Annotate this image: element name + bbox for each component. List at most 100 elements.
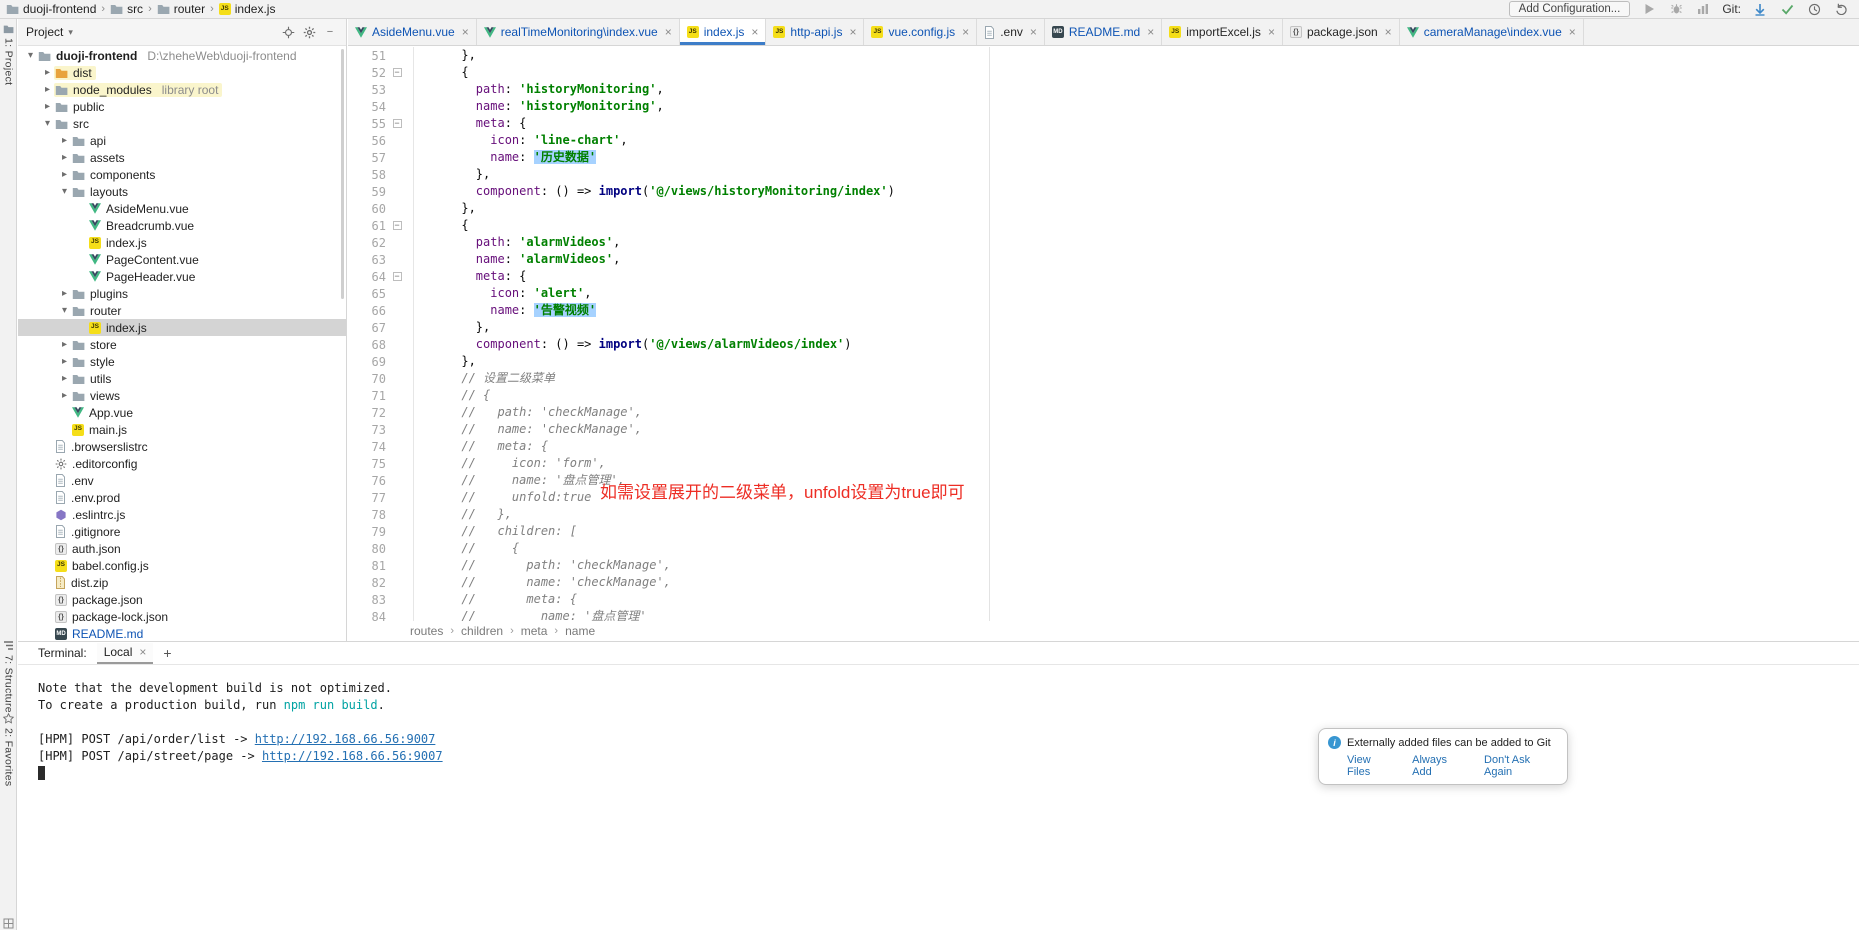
tab-vue-config-js[interactable]: JSvue.config.js× xyxy=(864,19,977,45)
terminal-link[interactable]: http://192.168.66.56:9007 xyxy=(255,732,436,746)
tree-item[interactable]: Breadcrumb.vue xyxy=(18,217,346,234)
close-tab-icon[interactable]: × xyxy=(1569,25,1576,39)
fold-icon[interactable]: − xyxy=(386,221,408,230)
toolwindow-button-structure[interactable]: 7: Structure xyxy=(0,640,17,713)
tree-item[interactable]: ▸components xyxy=(18,166,346,183)
fold-icon[interactable]: − xyxy=(386,68,408,77)
gutter-line[interactable]: 76 xyxy=(348,472,413,489)
terminal-tab-local[interactable]: Local × xyxy=(97,643,154,664)
tree-item[interactable]: JSmain.js xyxy=(18,421,346,438)
settings-gear-icon[interactable] xyxy=(301,24,317,40)
gutter-line[interactable]: 80 xyxy=(348,540,413,557)
chevron-right-icon[interactable]: ▸ xyxy=(58,288,71,299)
vcs-rollback-icon[interactable] xyxy=(1833,1,1849,17)
gutter-line[interactable]: 83 xyxy=(348,591,413,608)
tree-item[interactable]: ▸style xyxy=(18,353,346,370)
notification-action[interactable]: Always Add xyxy=(1412,754,1467,778)
close-tab-icon[interactable]: × xyxy=(1030,25,1037,39)
gutter-line[interactable]: 84 xyxy=(348,608,413,621)
add-configuration-button[interactable]: Add Configuration... xyxy=(1509,1,1631,17)
gutter-line[interactable]: 71 xyxy=(348,387,413,404)
chevron-right-icon[interactable]: ▸ xyxy=(58,373,71,384)
gutter-line[interactable]: 57 xyxy=(348,149,413,166)
tree-item[interactable]: {}package-lock.json xyxy=(18,608,346,625)
new-terminal-session-icon[interactable]: + xyxy=(163,646,171,660)
chevron-down-icon[interactable]: ▾ xyxy=(58,186,71,197)
code-area[interactable]: }, { path: 'historyMonitoring', name: 'h… xyxy=(414,47,1859,621)
tree-item[interactable]: ▸views xyxy=(18,387,346,404)
gutter-line[interactable]: 82 xyxy=(348,574,413,591)
gutter-line[interactable]: 66 xyxy=(348,302,413,319)
tree-item[interactable]: JSbabel.config.js xyxy=(18,557,346,574)
tree-item[interactable]: AsideMenu.vue xyxy=(18,200,346,217)
tab-readme-md[interactable]: MDREADME.md× xyxy=(1045,19,1162,45)
gutter-line[interactable]: 63 xyxy=(348,251,413,268)
gutter-line[interactable]: 51 xyxy=(348,47,413,64)
tree-item[interactable]: {}auth.json xyxy=(18,540,346,557)
gutter-line[interactable]: 70 xyxy=(348,370,413,387)
toolwindow-switcher-icon[interactable] xyxy=(3,918,14,929)
chevron-down-icon[interactable]: ▾ xyxy=(24,50,37,61)
close-tab-icon[interactable]: × xyxy=(139,645,146,659)
notification-action[interactable]: View Files xyxy=(1347,754,1395,778)
code-breadcrumb-item[interactable]: routes xyxy=(410,624,443,638)
tree-item[interactable]: ▸public xyxy=(18,98,346,115)
breadcrumb-item[interactable]: src xyxy=(110,2,143,16)
tree-item[interactable]: ▾layouts xyxy=(18,183,346,200)
tree-item[interactable]: ▾src xyxy=(18,115,346,132)
gutter-line[interactable]: 53 xyxy=(348,81,413,98)
gutter-line[interactable]: 58 xyxy=(348,166,413,183)
gutter-line[interactable]: 75 xyxy=(348,455,413,472)
code-breadcrumb-item[interactable]: meta xyxy=(521,624,548,638)
toolwindow-button-favorites[interactable]: 2: Favorites xyxy=(0,713,17,786)
debug-icon[interactable] xyxy=(1668,1,1684,17)
gutter-line[interactable]: 52− xyxy=(348,64,413,81)
gutter-line[interactable]: 59 xyxy=(348,183,413,200)
gutter-line[interactable]: 65 xyxy=(348,285,413,302)
tree-item[interactable]: .gitignore xyxy=(18,523,346,540)
tree-item[interactable]: ▸utils xyxy=(18,370,346,387)
chevron-down-icon[interactable]: ▾ xyxy=(58,305,71,316)
breadcrumb-item[interactable]: duoji-frontend xyxy=(6,2,96,16)
code-breadcrumb-item[interactable]: name xyxy=(565,624,595,638)
gutter-line[interactable]: 54 xyxy=(348,98,413,115)
tree-item[interactable]: PageContent.vue xyxy=(18,251,346,268)
gutter-line[interactable]: 61− xyxy=(348,217,413,234)
locate-file-icon[interactable] xyxy=(280,24,296,40)
gutter-line[interactable]: 56 xyxy=(348,132,413,149)
toolwindow-button-project[interactable]: 1: Project xyxy=(0,24,17,85)
tree-item[interactable]: .browserslistrc xyxy=(18,438,346,455)
close-tab-icon[interactable]: × xyxy=(665,25,672,39)
tab-asidemenu-vue[interactable]: AsideMenu.vue× xyxy=(348,19,477,45)
tree-item[interactable]: .env xyxy=(18,472,346,489)
gutter-line[interactable]: 79 xyxy=(348,523,413,540)
chevron-right-icon[interactable]: ▸ xyxy=(58,339,71,350)
close-tab-icon[interactable]: × xyxy=(1385,25,1392,39)
tree-item[interactable]: .eslintrc.js xyxy=(18,506,346,523)
tree-item[interactable]: ▸plugins xyxy=(18,285,346,302)
chevron-right-icon[interactable]: ▸ xyxy=(41,84,54,95)
fold-icon[interactable]: − xyxy=(386,119,408,128)
tab-http-api-js[interactable]: JShttp-api.js× xyxy=(766,19,864,45)
notification-action[interactable]: Don't Ask Again xyxy=(1484,754,1558,778)
gutter-line[interactable]: 62 xyxy=(348,234,413,251)
project-view-selector[interactable]: Project xyxy=(26,25,63,39)
tab-importexcel-js[interactable]: JSimportExcel.js× xyxy=(1162,19,1283,45)
close-tab-icon[interactable]: × xyxy=(849,25,856,39)
chevron-right-icon[interactable]: ▸ xyxy=(41,67,54,78)
chevron-right-icon[interactable]: ▸ xyxy=(58,390,71,401)
tab-realtimemonitoring-index-vue[interactable]: realTimeMonitoring\index.vue× xyxy=(477,19,680,45)
chevron-right-icon[interactable]: ▸ xyxy=(58,356,71,367)
run-icon[interactable] xyxy=(1641,1,1657,17)
tab-index-js[interactable]: JSindex.js× xyxy=(680,19,767,45)
breadcrumb-item[interactable]: JSindex.js xyxy=(219,2,276,16)
tree-item[interactable]: ▸dist xyxy=(18,64,346,81)
gutter-line[interactable]: 60 xyxy=(348,200,413,217)
tree-item[interactable]: ▾duoji-frontendD:\zheheWeb\duoji-fronten… xyxy=(18,47,346,64)
tab-package-json[interactable]: {}package.json× xyxy=(1283,19,1400,45)
gutter-line[interactable]: 81 xyxy=(348,557,413,574)
tree-item[interactable]: dist.zip xyxy=(18,574,346,591)
gutter-line[interactable]: 67 xyxy=(348,319,413,336)
close-tab-icon[interactable]: × xyxy=(1147,25,1154,39)
vcs-commit-icon[interactable] xyxy=(1779,1,1795,17)
